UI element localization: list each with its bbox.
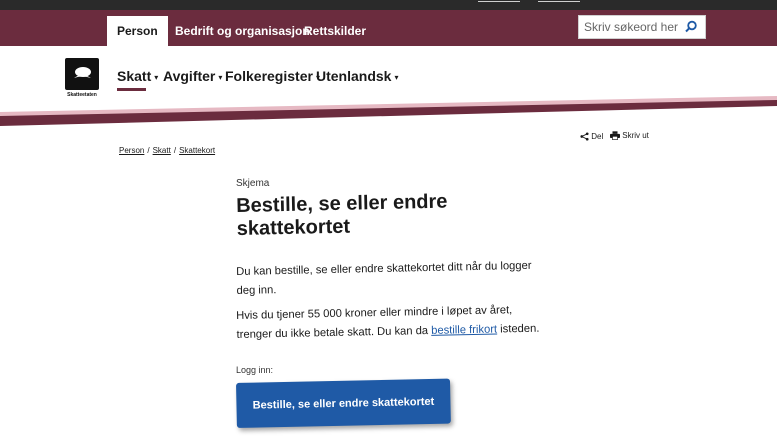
top-utility-bar <box>0 0 777 10</box>
utility-link[interactable] <box>478 0 520 2</box>
skatteetaten-logo[interactable]: Skatteetaten <box>65 58 99 100</box>
tab-rettskilder[interactable]: Rettskilder <box>304 16 366 46</box>
tab-person[interactable]: Person <box>107 16 168 46</box>
print-label: Skriv ut <box>622 131 649 140</box>
audience-bar: Person Bedrift og organisasjon Rettskild… <box>0 10 777 46</box>
nav-item-label: Avgifter <box>163 68 216 84</box>
active-nav-indicator <box>117 88 146 91</box>
intro-paragraph: Du kan bestille, se eller endre skatteko… <box>236 259 532 297</box>
share-label: Del <box>591 132 604 141</box>
utility-link[interactable] <box>538 0 580 2</box>
share-icon <box>580 132 589 141</box>
content-type-label: Skjema <box>236 178 270 189</box>
caret-down-icon: ▾ <box>154 72 159 82</box>
login-label: Logg inn: <box>236 365 274 375</box>
order-tax-card-button[interactable]: Bestille, se eller endre skattekortet <box>236 378 451 428</box>
decorative-band <box>0 96 777 126</box>
caret-down-icon: ▾ <box>394 72 399 82</box>
page-title: Bestille, se eller endre skattekortet <box>236 190 448 240</box>
search-box <box>578 15 706 39</box>
main-navigation: Skatteetaten Skatt ▾ Avgifter ▾ Folkeregis… <box>0 46 777 101</box>
breadcrumb-skatt[interactable]: Skatt <box>153 146 171 155</box>
main-content: Skjema Bestille, se eller endre skatteko… <box>236 178 546 428</box>
nav-skatt[interactable]: Skatt ▾ <box>117 68 158 84</box>
breadcrumb-person[interactable]: Person <box>119 146 144 155</box>
search-icon[interactable] <box>684 20 698 34</box>
breadcrumb-separator: / <box>147 146 150 155</box>
tab-bedrift[interactable]: Bedrift og organisasjon <box>175 16 310 46</box>
print-icon <box>610 131 620 141</box>
logo-mark <box>65 58 99 90</box>
nav-avgifter[interactable]: Avgifter ▾ <box>163 68 222 84</box>
nav-utenlandsk[interactable]: Utenlandsk ▾ <box>316 68 398 84</box>
nav-item-label: Skatt <box>117 68 152 84</box>
nav-item-label: Folkeregister <box>225 68 313 84</box>
caret-down-icon: ▾ <box>218 72 223 82</box>
nav-folkeregister[interactable]: Folkeregister ▾ <box>225 68 320 84</box>
share-button[interactable]: Del <box>580 132 603 141</box>
breadcrumb-skattekort[interactable]: Skattekort <box>179 146 215 155</box>
breadcrumb-separator: / <box>173 146 177 155</box>
frikort-text-after: isteden. <box>496 322 540 336</box>
bestille-frikort-link[interactable]: bestille frikort <box>431 324 497 337</box>
nav-item-label: Utenlandsk <box>316 68 392 84</box>
search-input[interactable] <box>579 16 679 38</box>
print-button[interactable]: Skriv ut <box>610 131 649 141</box>
breadcrumb: Person / Skatt / Skattekort <box>119 146 215 155</box>
frikort-paragraph: Hvis du tjener 55 000 kroner eller mindr… <box>236 301 547 345</box>
